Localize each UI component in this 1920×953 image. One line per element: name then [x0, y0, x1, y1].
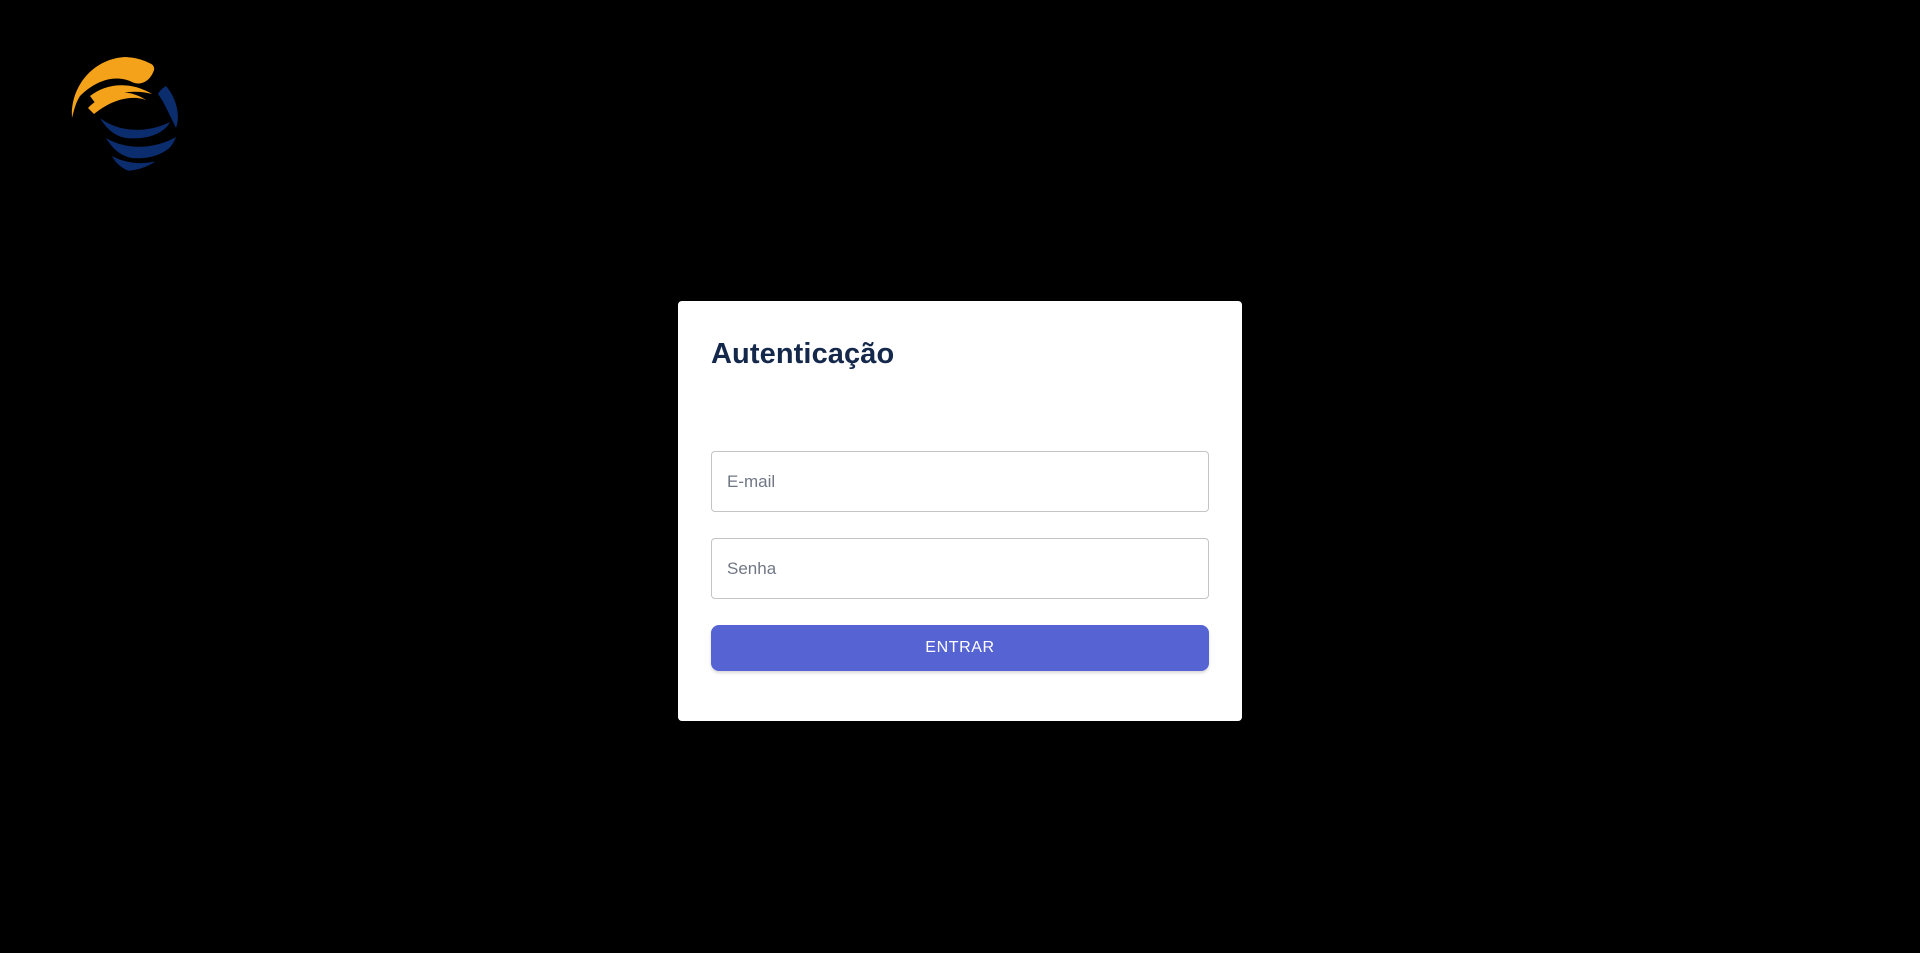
password-field-wrapper — [711, 538, 1209, 599]
submit-button[interactable]: ENTRAR — [711, 625, 1209, 671]
login-card: Autenticação ENTRAR — [678, 301, 1242, 721]
email-field[interactable] — [712, 452, 1208, 511]
wave-logo-icon — [71, 57, 180, 171]
password-field[interactable] — [712, 539, 1208, 598]
page-title: Autenticação — [711, 338, 895, 370]
brand-logo — [66, 56, 182, 172]
login-page: Autenticação ENTRAR — [0, 0, 1920, 953]
email-field-wrapper — [711, 451, 1209, 512]
